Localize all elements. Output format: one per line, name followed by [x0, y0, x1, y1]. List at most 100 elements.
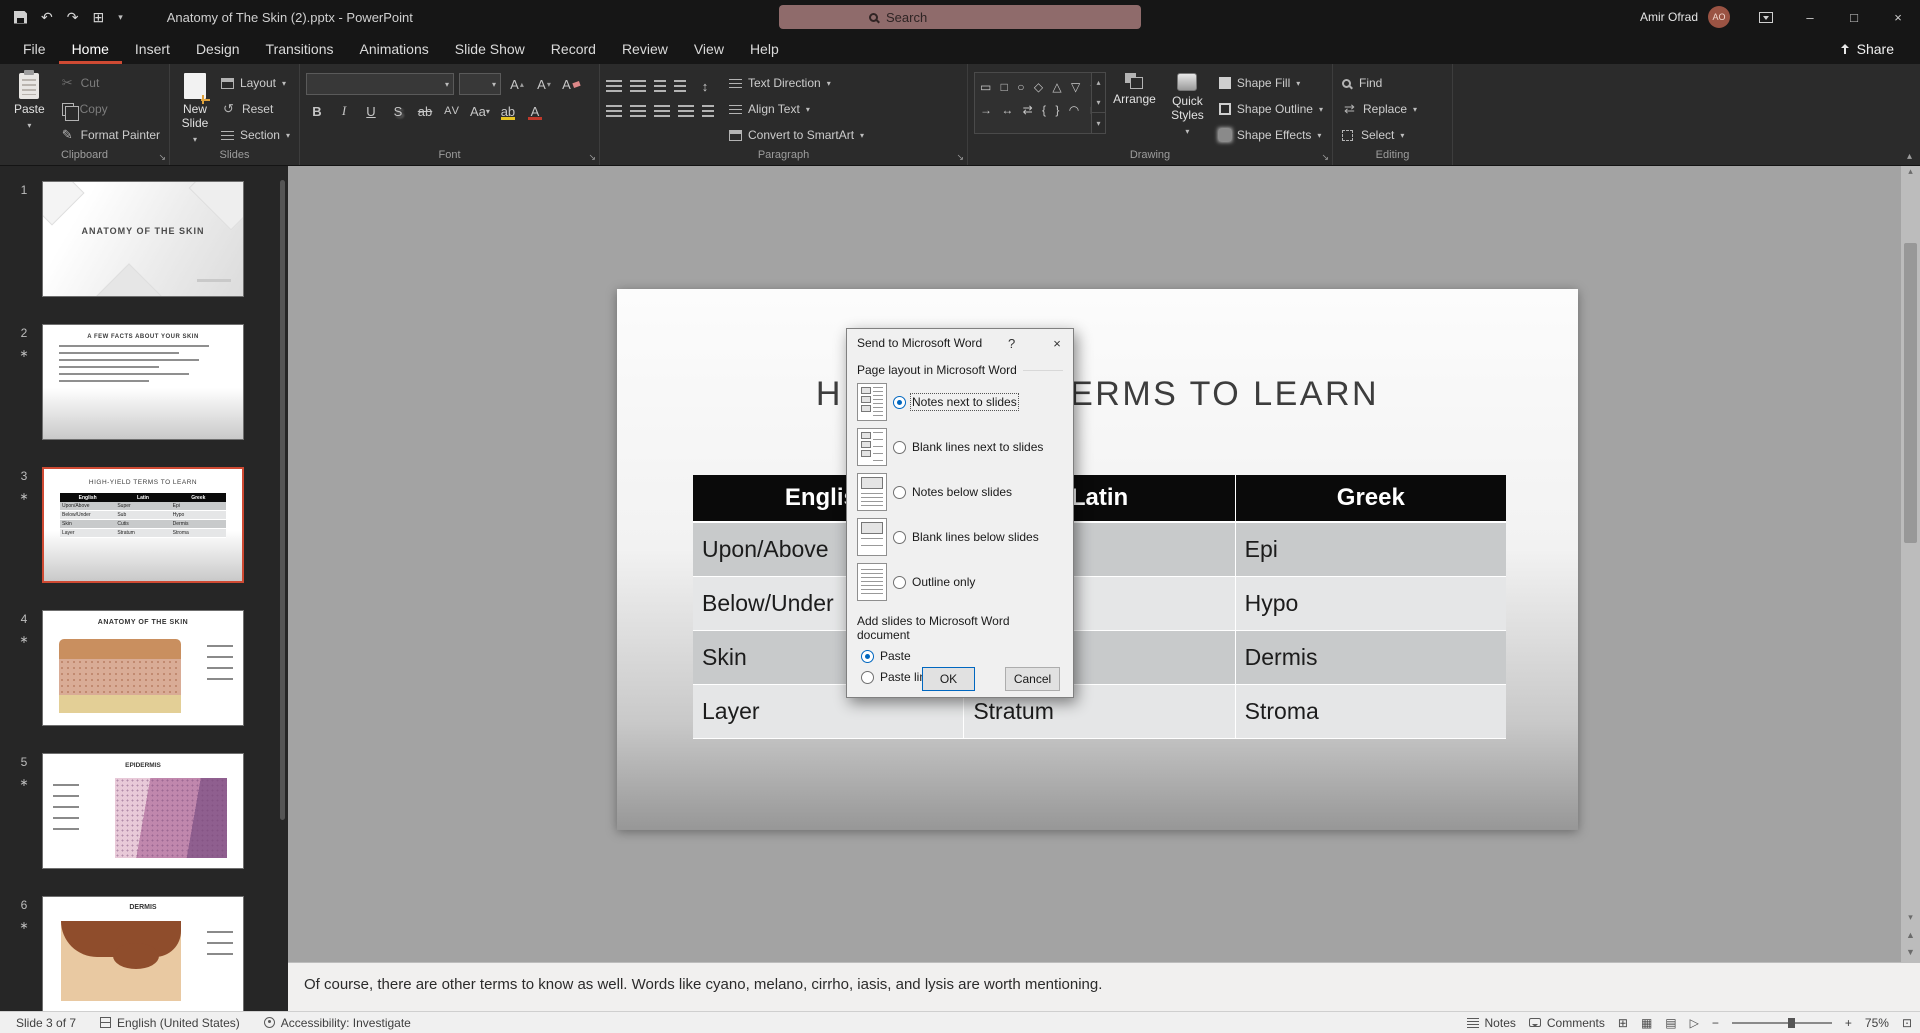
find-button[interactable]: Find: [1339, 72, 1420, 94]
numbering-button[interactable]: [630, 80, 646, 92]
undo-button[interactable]: ↶: [41, 9, 53, 26]
main-vertical-scrollbar[interactable]: ▴ ▾ ▲ ▼: [1901, 166, 1920, 962]
slide-3-thumbnail-selected[interactable]: HIGH-YIELD TERMS TO LEARN EnglishLatinGr…: [42, 467, 244, 583]
tab-help[interactable]: Help: [737, 34, 792, 64]
option-label[interactable]: Blank lines next to slides: [912, 440, 1043, 454]
decrease-indent-button[interactable]: [654, 80, 666, 92]
shapes-gallery[interactable]: ▭ □ ○ ◇ △ ▽ ☆ → ↔ ⇄ { } ◠ ∟: [974, 72, 1092, 134]
save-button[interactable]: [14, 11, 27, 24]
tab-home[interactable]: Home: [59, 34, 122, 64]
previous-slide-button[interactable]: ▲: [1906, 930, 1915, 940]
radio-paste-link[interactable]: [861, 671, 874, 684]
tab-animations[interactable]: Animations: [346, 34, 441, 64]
language-status[interactable]: English (United States): [100, 1016, 240, 1030]
cell[interactable]: Stroma: [1236, 685, 1506, 738]
current-slide[interactable]: HIGH-YIELD TERMS TO LEARN English Latin …: [617, 289, 1578, 830]
radio-blank-lines-next-to-slides[interactable]: [893, 441, 906, 454]
align-center-button[interactable]: [630, 105, 646, 117]
search-box[interactable]: [779, 5, 1141, 29]
copy-button[interactable]: Copy: [57, 98, 163, 120]
change-case-button[interactable]: Aa▾: [468, 100, 492, 122]
dialog-title-bar[interactable]: Send to Microsoft Word ? ×: [847, 329, 1073, 357]
slide-2-thumbnail[interactable]: A FEW FACTS ABOUT YOUR SKIN: [42, 324, 244, 440]
header-greek[interactable]: Greek: [1236, 475, 1506, 521]
paste-button[interactable]: Paste ▾: [6, 69, 53, 147]
dialog-close-button[interactable]: ×: [1041, 329, 1073, 357]
paste-label[interactable]: Paste: [880, 649, 911, 663]
character-spacing-button[interactable]: AV: [441, 100, 463, 122]
search-input[interactable]: [886, 10, 1066, 25]
shape-effects-button[interactable]: Shape Effects ▾: [1216, 124, 1326, 146]
tab-review[interactable]: Review: [609, 34, 681, 64]
zoom-slider[interactable]: [1732, 1022, 1832, 1024]
customize-qat-chevron-icon[interactable]: ▾: [118, 12, 123, 23]
notes-toggle-button[interactable]: Notes: [1467, 1016, 1516, 1030]
tab-file[interactable]: File: [10, 34, 59, 64]
bullets-button[interactable]: [606, 80, 622, 92]
zoom-slider-thumb[interactable]: [1788, 1018, 1795, 1028]
option-label[interactable]: Outline only: [912, 575, 975, 589]
italic-button[interactable]: I: [333, 100, 355, 122]
clear-formatting-button[interactable]: A: [560, 73, 582, 95]
tab-design[interactable]: Design: [183, 34, 253, 64]
collapse-ribbon-icon[interactable]: ▴: [1907, 151, 1912, 162]
radio-outline-only[interactable]: [893, 576, 906, 589]
columns-button[interactable]: [702, 105, 714, 117]
option-label[interactable]: Blank lines below slides: [912, 530, 1039, 544]
font-size-combobox[interactable]: ▾: [459, 73, 501, 95]
ribbon-display-options-button[interactable]: [1744, 0, 1788, 34]
clipboard-dialog-launcher-icon[interactable]: ↘: [158, 152, 166, 163]
format-painter-button[interactable]: ✎ Format Painter: [57, 124, 163, 146]
shape-fill-button[interactable]: Shape Fill ▾: [1216, 72, 1326, 94]
quick-styles-button[interactable]: Quick Styles ▾: [1163, 69, 1212, 147]
tab-record[interactable]: Record: [538, 34, 609, 64]
new-slide-dropdown-icon[interactable]: ▾: [193, 135, 197, 144]
scrollbar-thumb[interactable]: [280, 180, 285, 820]
shapes-more-icon[interactable]: ▾: [1092, 112, 1105, 133]
scrollbar-thumb[interactable]: [1904, 243, 1917, 543]
slide-title-text[interactable]: HIGH-YIELD TERMS TO LEARN: [617, 375, 1578, 414]
select-button[interactable]: Select ▾: [1339, 124, 1420, 146]
font-dialog-launcher-icon[interactable]: ↘: [588, 152, 596, 163]
scroll-down-icon[interactable]: ▾: [1908, 912, 1913, 923]
tab-transitions[interactable]: Transitions: [253, 34, 347, 64]
zoom-in-button[interactable]: +: [1845, 1016, 1852, 1030]
redo-button[interactable]: ↷: [67, 9, 79, 26]
reading-view-button[interactable]: ▤: [1665, 1016, 1676, 1030]
accessibility-status[interactable]: Accessibility: Investigate: [264, 1016, 411, 1030]
align-right-button[interactable]: [654, 105, 670, 117]
comments-toggle-button[interactable]: Comments: [1529, 1016, 1605, 1030]
minimize-button[interactable]: –: [1788, 0, 1832, 34]
scroll-up-icon[interactable]: ▴: [1908, 166, 1913, 177]
increase-indent-button[interactable]: [674, 80, 686, 92]
slide-1-thumbnail[interactable]: ANATOMY OF THE SKIN: [42, 181, 244, 297]
increase-font-size-button[interactable]: A▴: [506, 73, 528, 95]
underline-button[interactable]: U: [360, 100, 382, 122]
font-name-combobox[interactable]: ▾: [306, 73, 454, 95]
cell[interactable]: Epi: [1236, 523, 1506, 576]
cancel-button[interactable]: Cancel: [1005, 667, 1060, 691]
paste-dropdown-icon[interactable]: ▾: [27, 121, 31, 130]
line-spacing-button[interactable]: ↕: [694, 75, 716, 97]
tab-slide-show[interactable]: Slide Show: [442, 34, 538, 64]
grid-view-button[interactable]: ⊞: [92, 9, 104, 26]
strikethrough-button[interactable]: ab: [414, 100, 436, 122]
replace-button[interactable]: ⇄ Replace ▾: [1339, 98, 1420, 120]
align-left-button[interactable]: [606, 105, 622, 117]
align-text-button[interactable]: Align Text ▾: [726, 98, 867, 120]
ok-button[interactable]: OK: [922, 667, 975, 691]
slide-show-button[interactable]: ▷: [1690, 1016, 1699, 1030]
shapes-scroll-down-icon[interactable]: ▾: [1092, 93, 1105, 113]
maximize-button[interactable]: □: [1832, 0, 1876, 34]
thumbnail-panel-scrollbar[interactable]: [277, 166, 287, 1011]
close-button[interactable]: ×: [1876, 0, 1920, 34]
reset-button[interactable]: ↺ Reset: [218, 98, 293, 120]
radio-notes-next-to-slides[interactable]: [893, 396, 906, 409]
dialog-help-button[interactable]: ?: [998, 329, 1026, 357]
justify-button[interactable]: [678, 105, 694, 117]
cell[interactable]: Dermis: [1236, 631, 1506, 684]
font-color-button[interactable]: A: [524, 100, 546, 122]
paragraph-dialog-launcher-icon[interactable]: ↘: [956, 152, 964, 163]
slide-5-thumbnail[interactable]: EPIDERMIS: [42, 753, 244, 869]
normal-view-button[interactable]: ⊞: [1618, 1016, 1628, 1030]
